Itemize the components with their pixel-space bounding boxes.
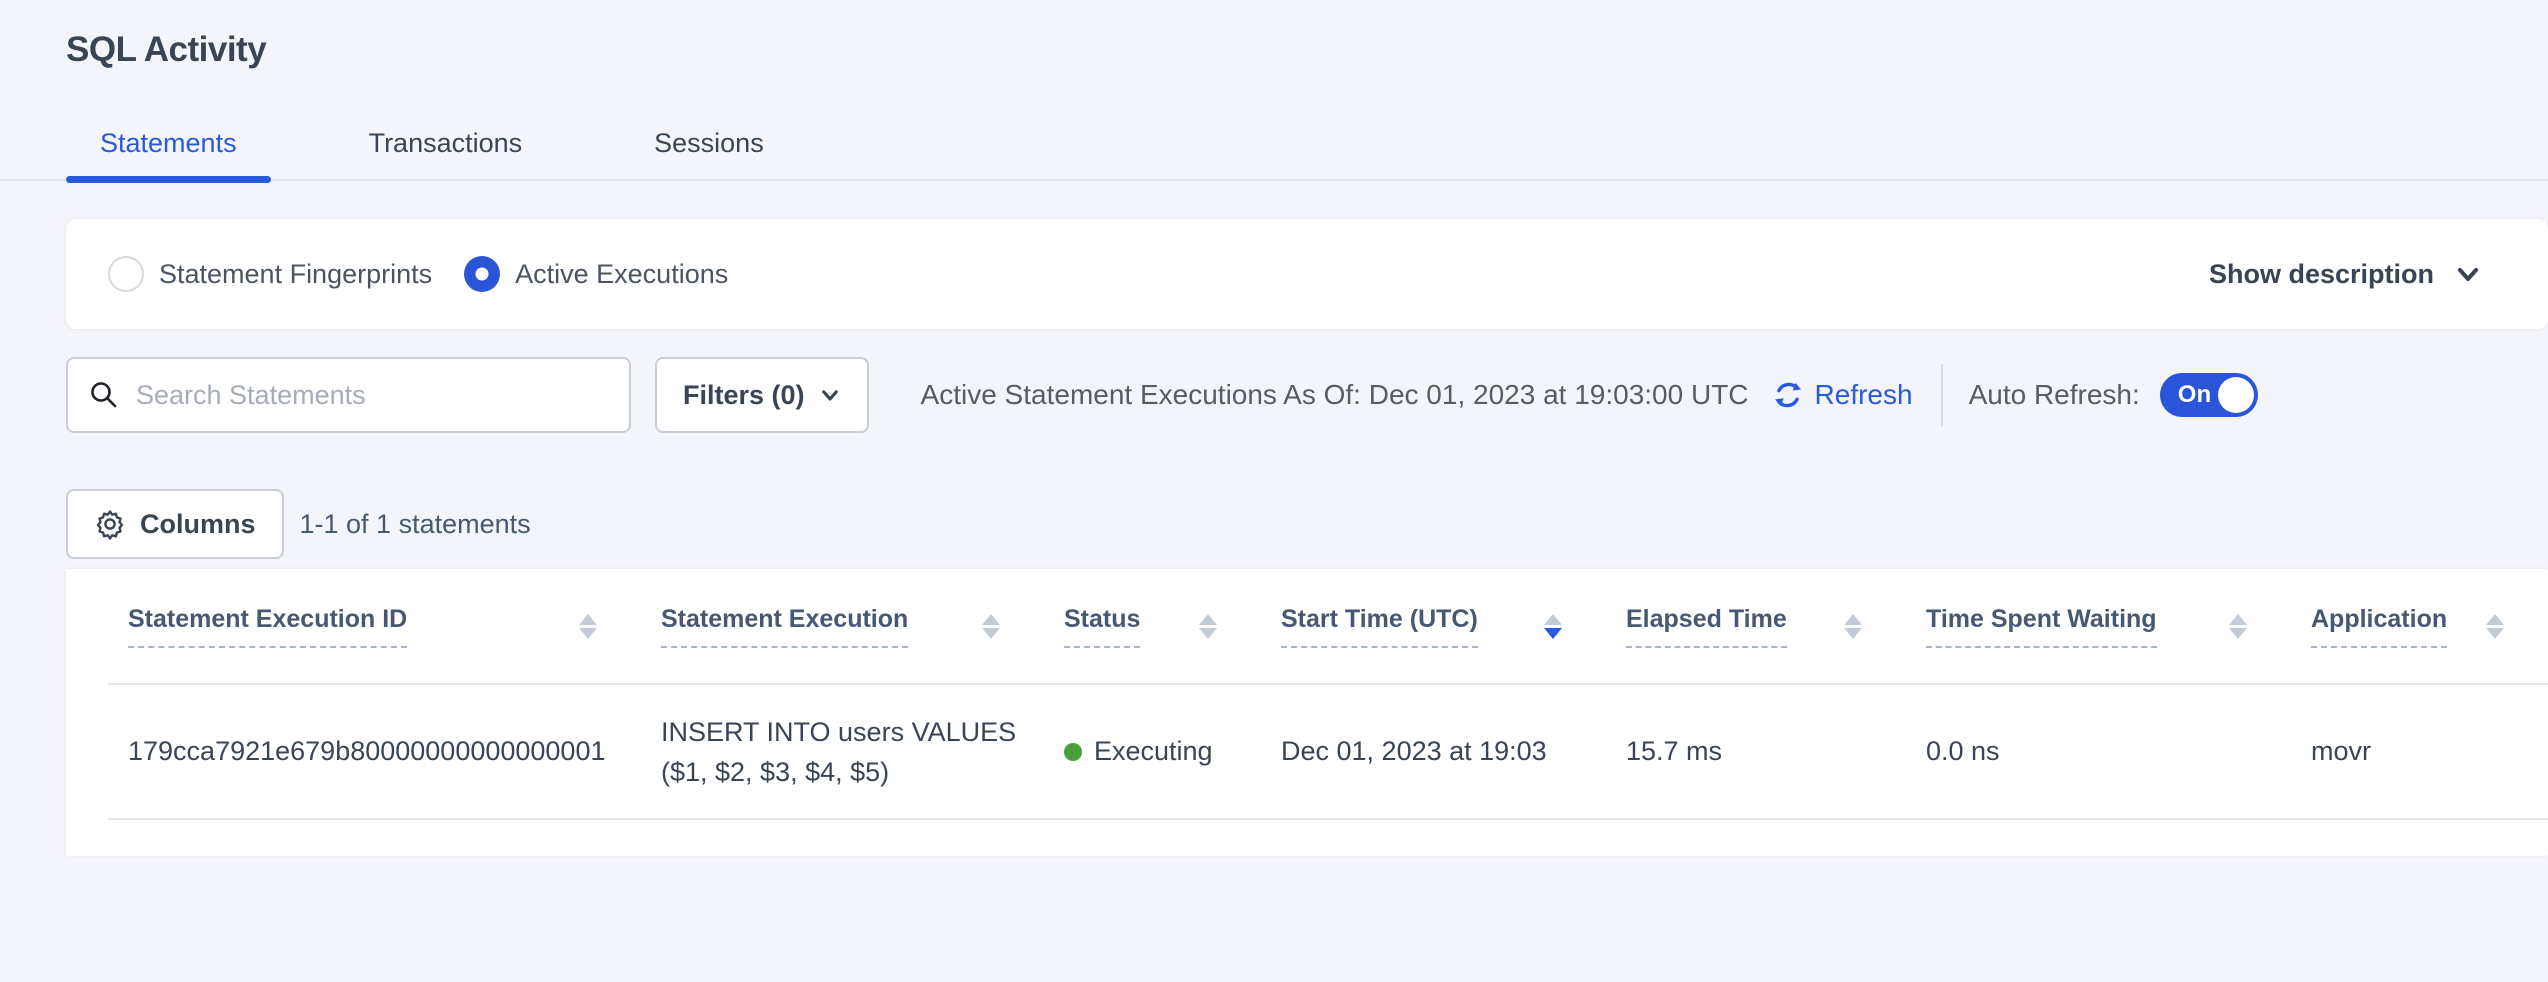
radio-statement-fingerprints[interactable]: Statement Fingerprints (108, 256, 432, 292)
cell-status: Executing (1044, 684, 1261, 819)
sort-arrows-icon[interactable] (982, 614, 1000, 639)
search-icon (88, 379, 120, 411)
sort-arrows-icon[interactable] (2229, 614, 2247, 639)
columns-button[interactable]: Columns (66, 489, 284, 559)
sort-arrows-icon[interactable] (579, 614, 597, 639)
column-header-statement-execution[interactable]: Statement Execution (641, 569, 1044, 684)
sort-arrows-icon[interactable] (1844, 614, 1862, 639)
column-header-time-spent-waiting[interactable]: Time Spent Waiting (1906, 569, 2291, 684)
radio-unselected-icon[interactable] (108, 256, 144, 292)
search-box[interactable] (66, 357, 631, 433)
column-header-start-time[interactable]: Start Time (UTC) (1261, 569, 1606, 684)
show-description-toggle[interactable]: Show description (2209, 259, 2482, 290)
chevron-down-icon (2454, 260, 2482, 288)
cell-execution-id: 179cca7921e679b80000000000000001 (108, 684, 641, 819)
refresh-label: Refresh (1815, 379, 1913, 411)
cell-application: movr (2291, 684, 2548, 819)
sort-arrows-icon[interactable] (1544, 614, 1562, 639)
page-header: SQL Activity (0, 0, 2548, 70)
toggle-knob[interactable] (2218, 377, 2254, 413)
radio-label: Statement Fingerprints (159, 259, 432, 290)
statements-table-card: Statement Execution ID Statement Executi… (66, 569, 2548, 856)
radio-selected-icon[interactable] (464, 256, 500, 292)
page-title: SQL Activity (66, 30, 2548, 70)
column-header-statement-execution-id[interactable]: Statement Execution ID (108, 569, 641, 684)
tab-bar: Statements Transactions Sessions (0, 128, 2548, 181)
table-toolbar: Columns 1-1 of 1 statements (66, 489, 2548, 559)
sort-arrows-icon[interactable] (2486, 614, 2504, 639)
as-of-timestamp: Active Statement Executions As Of: Dec 0… (921, 379, 1749, 411)
table-header-row: Statement Execution ID Statement Executi… (108, 569, 2548, 684)
tab-statements[interactable]: Statements (66, 128, 271, 179)
radio-label: Active Executions (515, 259, 728, 290)
columns-button-label: Columns (140, 509, 256, 540)
sort-arrows-icon[interactable] (1199, 614, 1217, 639)
gear-icon (94, 508, 126, 540)
toggle-state-label: On (2178, 381, 2211, 409)
cell-statement[interactable]: INSERT INTO users VALUES ($1, $2, $3, $4… (641, 684, 1044, 819)
status-label: Executing (1094, 736, 1213, 767)
tab-transactions[interactable]: Transactions (335, 128, 557, 179)
table-row[interactable]: 179cca7921e679b80000000000000001 INSERT … (108, 684, 2548, 819)
controls-row: Filters (0) Active Statement Executions … (66, 357, 2548, 433)
column-header-application[interactable]: Application (2291, 569, 2548, 684)
column-header-status[interactable]: Status (1044, 569, 1261, 684)
refresh-icon (1771, 378, 1805, 412)
refresh-button[interactable]: Refresh (1771, 378, 1913, 412)
cell-time-spent-waiting: 0.0 ns (1906, 684, 2291, 819)
status-dot-icon (1064, 743, 1082, 761)
auto-refresh-label: Auto Refresh: (1969, 379, 2140, 411)
radio-active-executions[interactable]: Active Executions (464, 256, 728, 292)
view-mode-card: Statement Fingerprints Active Executions… (66, 219, 2548, 329)
filters-button[interactable]: Filters (0) (655, 357, 869, 433)
auto-refresh-toggle[interactable]: On (2160, 373, 2258, 417)
cell-elapsed-time: 15.7 ms (1606, 684, 1906, 819)
result-count: 1-1 of 1 statements (300, 509, 531, 540)
statements-table: Statement Execution ID Statement Executi… (108, 569, 2548, 820)
tab-sessions[interactable]: Sessions (620, 128, 798, 179)
search-input[interactable] (136, 380, 609, 411)
cell-start-time: Dec 01, 2023 at 19:03 (1261, 684, 1606, 819)
column-header-elapsed-time[interactable]: Elapsed Time (1606, 569, 1906, 684)
chevron-down-icon (819, 384, 841, 406)
show-description-label: Show description (2209, 259, 2434, 290)
filters-label: Filters (0) (683, 380, 805, 411)
vertical-divider (1941, 364, 1943, 426)
